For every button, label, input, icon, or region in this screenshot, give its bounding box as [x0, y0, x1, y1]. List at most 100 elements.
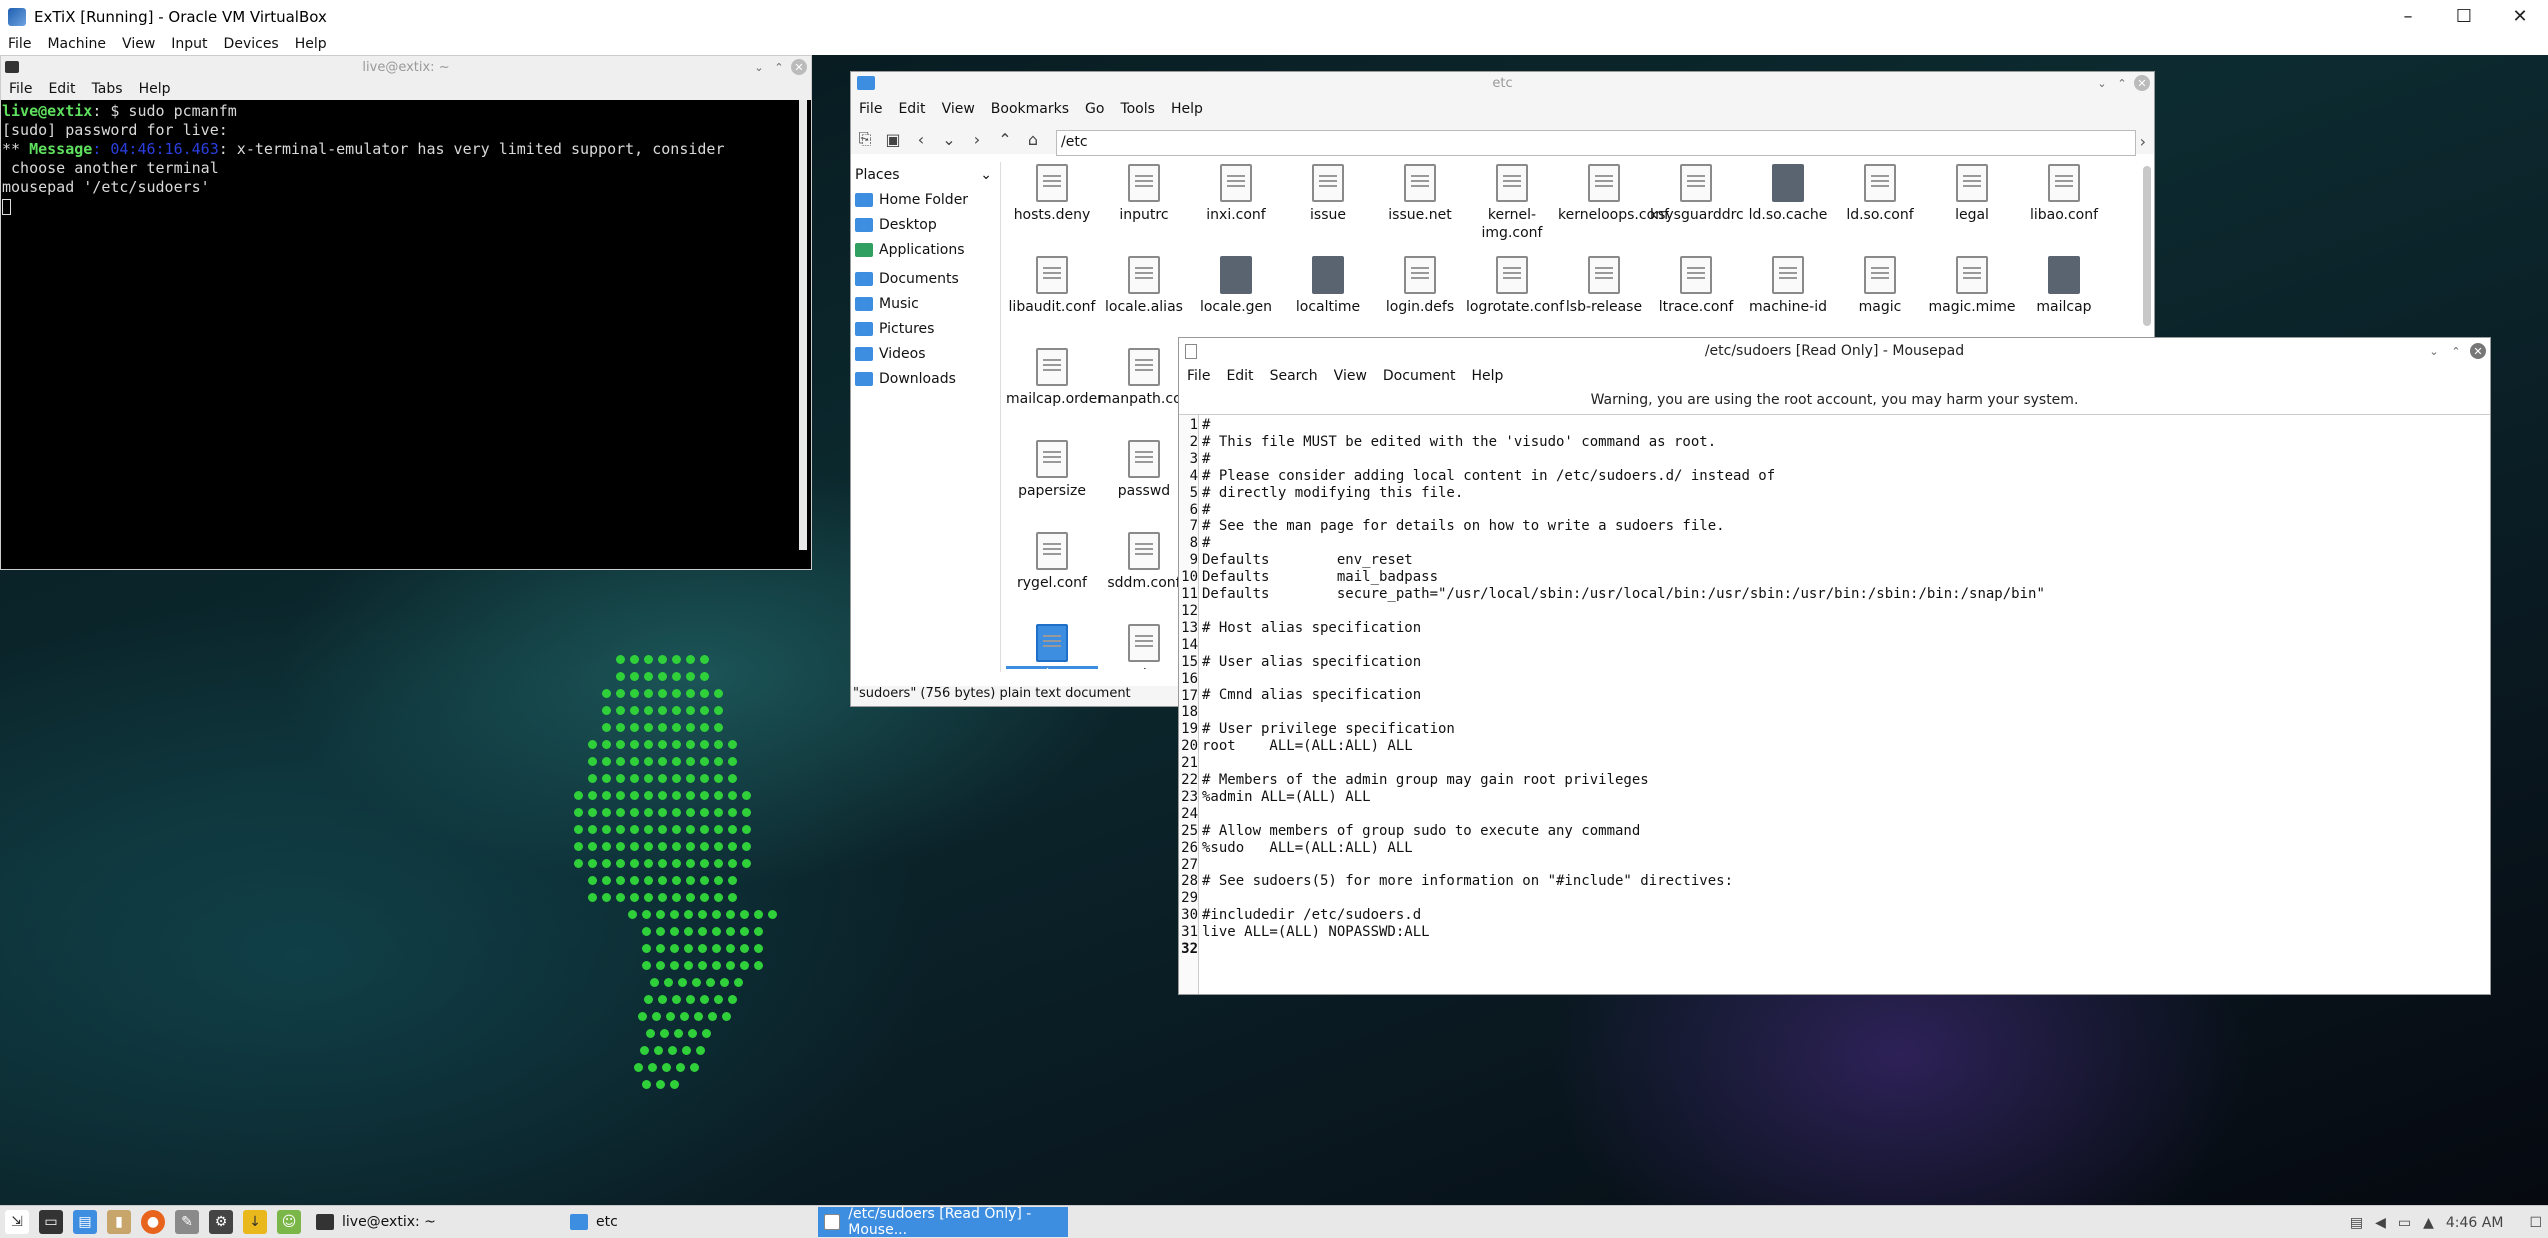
place-item[interactable]: Desktop: [851, 212, 1000, 237]
home-icon[interactable]: ⌂: [1019, 130, 1047, 149]
file-item[interactable]: issue: [1282, 164, 1374, 224]
file-item[interactable]: ld.so.conf: [1834, 164, 1926, 224]
place-item[interactable]: Pictures: [851, 316, 1000, 341]
tray-expand-icon[interactable]: ▲: [2423, 1215, 2434, 1231]
place-item[interactable]: Music: [851, 291, 1000, 316]
file-item[interactable]: kernel-img.conf: [1466, 164, 1558, 242]
menu-view[interactable]: View: [114, 36, 163, 52]
fm-menu-view[interactable]: View: [934, 101, 983, 117]
network-icon[interactable]: ▭: [2398, 1215, 2411, 1231]
up-icon[interactable]: ⌃: [991, 130, 1019, 149]
place-item[interactable]: Applications: [851, 237, 1000, 262]
show-desktop-icon[interactable]: ☐: [2529, 1215, 2542, 1231]
file-item[interactable]: mailcap.order: [1006, 348, 1103, 408]
minimize-icon[interactable]: ⌄: [751, 59, 767, 75]
file-item[interactable]: libaudit.conf: [1006, 256, 1098, 316]
file-item[interactable]: hosts.deny: [1006, 164, 1098, 224]
close-icon[interactable]: ✕: [791, 59, 807, 75]
settings-launcher-icon[interactable]: ⚙: [209, 1210, 233, 1234]
file-item[interactable]: libao.conf: [2018, 164, 2110, 224]
new-window-icon[interactable]: ▣: [879, 130, 907, 149]
file-item[interactable]: legal: [1926, 164, 2018, 224]
mp-menu-search[interactable]: Search: [1262, 368, 1326, 384]
back-icon[interactable]: ‹: [907, 130, 935, 149]
fm-menu-file[interactable]: File: [851, 101, 890, 117]
file-item[interactable]: sddm.conf: [1098, 532, 1190, 592]
fm-menu-bookmarks[interactable]: Bookmarks: [983, 101, 1077, 117]
mp-menu-help[interactable]: Help: [1463, 368, 1511, 384]
menu-help[interactable]: Help: [287, 36, 335, 52]
file-item[interactable]: inxi.conf: [1190, 164, 1282, 224]
file-item[interactable]: ltrace.conf: [1650, 256, 1742, 316]
file-item[interactable]: locale.alias: [1098, 256, 1190, 316]
maximize-icon[interactable]: ⌃: [2448, 343, 2464, 359]
clock[interactable]: 4:46 AM: [2446, 1215, 2504, 1231]
file-item[interactable]: logrotate.conf: [1466, 256, 1564, 316]
maximize-icon[interactable]: ⌃: [771, 59, 787, 75]
terminal-menu-help[interactable]: Help: [131, 81, 179, 97]
taskbar-task[interactable]: live@extix: ~: [310, 1207, 560, 1237]
place-item[interactable]: Home Folder: [851, 187, 1000, 212]
place-item[interactable]: Videos: [851, 341, 1000, 366]
terminal-menu-file[interactable]: File: [1, 81, 40, 97]
fm-menu-tools[interactable]: Tools: [1112, 101, 1163, 117]
gimp-icon[interactable]: ✎: [175, 1210, 199, 1234]
clipboard-icon[interactable]: ▤: [2350, 1215, 2363, 1231]
editor-content[interactable]: # # This file MUST be edited with the 'vi…: [1199, 415, 2045, 994]
place-item[interactable]: Documents: [851, 266, 1000, 291]
file-manager-launcher-icon[interactable]: ▤: [73, 1210, 97, 1234]
menu-file[interactable]: File: [0, 36, 39, 52]
file-item[interactable]: rygel.conf: [1006, 532, 1098, 592]
mp-menu-view[interactable]: View: [1326, 368, 1375, 384]
file-item[interactable]: papersize: [1006, 440, 1098, 500]
mp-menu-document[interactable]: Document: [1375, 368, 1464, 384]
file-item[interactable]: localtime: [1282, 256, 1374, 316]
menu-machine[interactable]: Machine: [39, 36, 114, 52]
volume-icon[interactable]: ◀: [2375, 1215, 2386, 1231]
file-item[interactable]: inputrc: [1098, 164, 1190, 224]
fm-menu-edit[interactable]: Edit: [890, 101, 933, 117]
file-item[interactable]: locale.gen: [1190, 256, 1282, 316]
download-launcher-icon[interactable]: ↓: [243, 1210, 267, 1234]
fm-menu-help[interactable]: Help: [1163, 101, 1211, 117]
close-button[interactable]: ✕: [2492, 0, 2548, 33]
minimize-icon[interactable]: ⌄: [2426, 343, 2442, 359]
file-item[interactable]: issue.net: [1374, 164, 1466, 224]
mp-menu-edit[interactable]: Edit: [1218, 368, 1261, 384]
terminal-window[interactable]: live@extix: ~ ⌄ ⌃ ✕ File Edit Tabs Help …: [0, 55, 812, 570]
file-item[interactable]: ld.so.cache: [1742, 164, 1834, 224]
terminal-launcher-icon[interactable]: ▭: [39, 1210, 63, 1234]
terminal-scrollbar[interactable]: [799, 100, 807, 550]
book-launcher-icon[interactable]: ▮: [107, 1210, 131, 1234]
menu-input[interactable]: Input: [163, 36, 215, 52]
android-icon[interactable]: ☺: [277, 1210, 301, 1234]
file-item[interactable]: magic.mime: [1926, 256, 2018, 316]
file-item[interactable]: manpath.config: [1098, 348, 1208, 408]
firefox-icon[interactable]: ●: [141, 1210, 165, 1234]
mp-menu-file[interactable]: File: [1179, 368, 1218, 384]
minimize-icon[interactable]: ⌄: [2094, 75, 2110, 91]
maximize-button[interactable]: ☐: [2436, 0, 2492, 33]
taskbar-task[interactable]: etc: [564, 1207, 814, 1237]
maximize-icon[interactable]: ⌃: [2114, 75, 2130, 91]
minimize-button[interactable]: –: [2380, 0, 2436, 33]
file-item[interactable]: passwd: [1098, 440, 1190, 500]
text-editor[interactable]: 1 2 3 4 5 6 7 8 9 10 11 12 13 14 15 16 17 18 19 20 21 22 23 24 2…: [1179, 414, 2490, 994]
app-menu-icon[interactable]: ⇲: [5, 1210, 29, 1234]
file-item[interactable]: login.defs: [1374, 256, 1466, 316]
path-input[interactable]: /etc: [1056, 130, 2136, 156]
terminal-output[interactable]: live@extix: $ sudo pcmanfm [sudo] passwor…: [1, 100, 811, 550]
close-icon[interactable]: ✕: [2470, 343, 2486, 359]
terminal-menu-edit[interactable]: Edit: [40, 81, 83, 97]
file-item[interactable]: kerneloops.conf: [1558, 164, 1669, 224]
history-icon[interactable]: ⌄: [935, 130, 963, 149]
taskbar-task[interactable]: /etc/sudoers [Read Only] - Mouse...: [818, 1206, 1068, 1238]
fm-scrollbar[interactable]: [2143, 166, 2151, 326]
mousepad-window[interactable]: /etc/sudoers [Read Only] - Mousepad ⌄ ⌃ …: [1178, 337, 2491, 995]
places-header[interactable]: Places ⌄: [851, 162, 1000, 187]
new-tab-icon[interactable]: ⎘: [851, 129, 879, 149]
menu-devices[interactable]: Devices: [216, 36, 287, 52]
forward-icon[interactable]: ›: [963, 130, 991, 149]
fm-menu-go[interactable]: Go: [1077, 101, 1112, 117]
file-item[interactable]: sudoers: [1006, 624, 1098, 669]
